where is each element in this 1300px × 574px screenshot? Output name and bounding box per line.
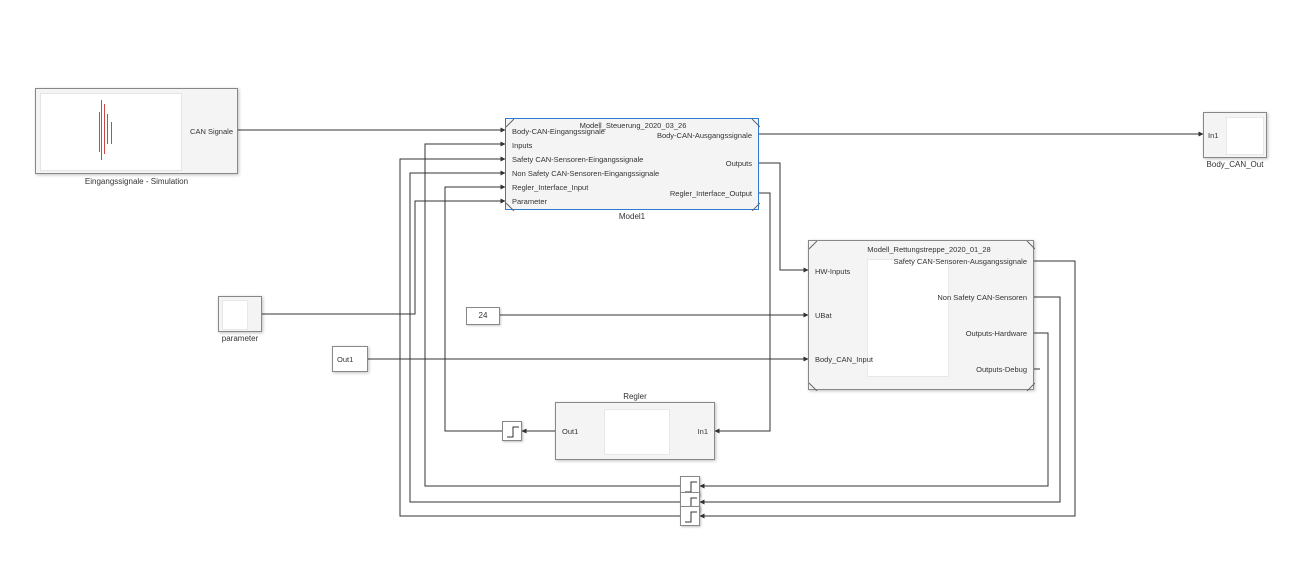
constant-value: 24 <box>479 311 488 320</box>
regler-out-port: Out1 <box>562 427 578 436</box>
block-regler[interactable]: Out1 In1 <box>555 402 715 460</box>
label-body-can-out: Body_CAN_Out <box>1190 160 1280 169</box>
wires-layer <box>0 0 1300 574</box>
block-body-can-out[interactable]: In1 <box>1203 112 1267 158</box>
model1-out-1: Outputs <box>726 159 752 168</box>
model1-out-0: Body-CAN-Ausgangssignale <box>657 131 752 140</box>
simulink-canvas[interactable]: CAN Signale Eingangssignale - Simulation… <box>0 0 1300 574</box>
block-constant-24[interactable]: 24 <box>466 307 500 325</box>
model1-in-1: Inputs <box>512 141 532 150</box>
block-memory-3[interactable] <box>680 506 700 526</box>
label-parameter: parameter <box>200 334 280 343</box>
block-memory-0[interactable] <box>502 421 522 441</box>
block-model1[interactable]: Modell_Steuerung_2020_03_26 Body-CAN-Ein… <box>505 118 759 210</box>
block-parameter[interactable] <box>218 296 262 332</box>
model2-in-1: UBat <box>815 311 832 320</box>
model2-out-0: Safety CAN-Sensoren-Ausgangssignale <box>894 257 1027 266</box>
block-model2[interactable]: Modell_Rettungstreppe_2020_01_28 HW-Inpu… <box>808 240 1034 390</box>
model2-thumb-title: Modell_Rettungstreppe_2020_01_28 <box>849 245 1009 254</box>
model1-in-3: Non Safety CAN-Sensoren-Eingangssignale <box>512 169 659 178</box>
label-out1: Out1 <box>337 355 353 364</box>
label-regler: Regler <box>555 392 715 401</box>
block-eingangssignale-simulation[interactable]: CAN Signale <box>35 88 238 174</box>
port-can-signale: CAN Signale <box>190 127 233 136</box>
label-model1: Model1 <box>505 212 759 221</box>
body-can-out-in-port: In1 <box>1208 131 1218 140</box>
model2-out-2: Outputs-Hardware <box>966 329 1027 338</box>
model2-out-1: Non Safety CAN-Sensoren <box>937 293 1027 302</box>
model1-in-5: Parameter <box>512 197 547 206</box>
model1-out-2: Regler_Interface_Output <box>670 189 752 198</box>
label-eingangssignale-simulation: Eingangssignale - Simulation <box>35 177 238 186</box>
model1-in-0: Body-CAN-Eingangssignale <box>512 127 605 136</box>
regler-in-port: In1 <box>698 427 708 436</box>
model2-out-3: Outputs-Debug <box>976 365 1027 374</box>
block-out1[interactable]: Out1 <box>332 346 368 372</box>
model2-in-0: HW-Inputs <box>815 267 850 276</box>
model1-in-4: Regler_Interface_Input <box>512 183 588 192</box>
model1-in-2: Safety CAN-Sensoren-Eingangssignale <box>512 155 643 164</box>
model2-in-2: Body_CAN_Input <box>815 355 873 364</box>
port-ticks <box>0 0 1300 574</box>
